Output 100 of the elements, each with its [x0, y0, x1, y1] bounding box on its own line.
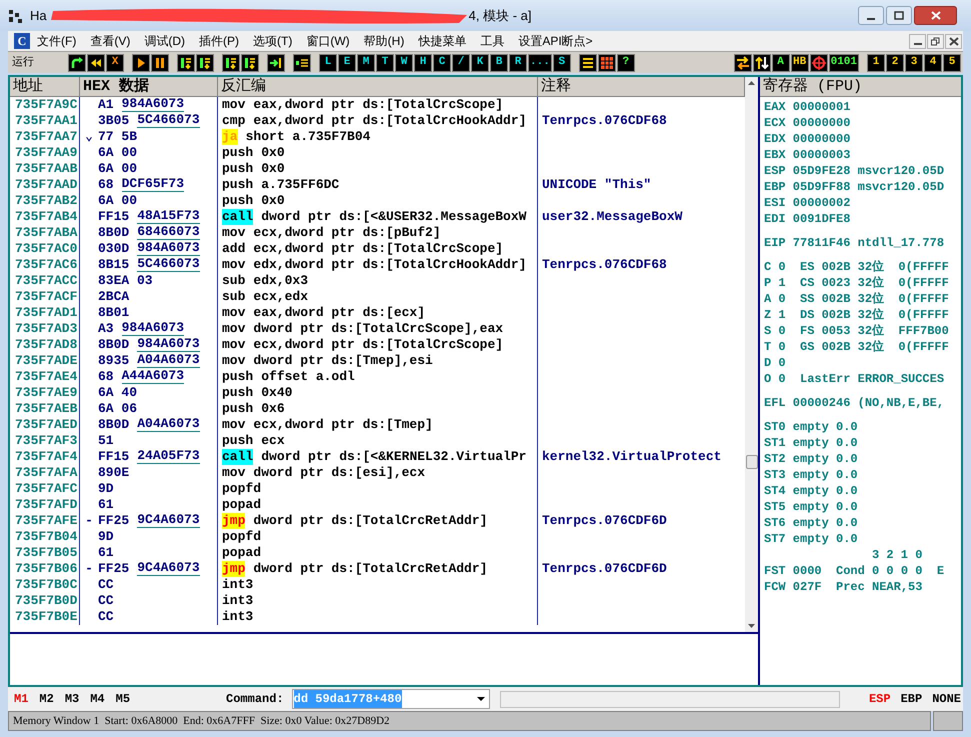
operands: dword ptr ds:[TotalCrcRetAddr]	[253, 513, 488, 529]
memory-tab[interactable]: M4	[90, 690, 105, 708]
minimize-button[interactable]	[858, 6, 884, 25]
toolbar-button[interactable]: ?	[616, 54, 635, 72]
toolbar-button[interactable]	[598, 54, 616, 72]
close-button[interactable]	[914, 6, 957, 25]
operands: short a.735F7B04	[246, 129, 370, 145]
register-line: ST0 empty 0.0	[764, 419, 859, 435]
hex-reference: A04A6073	[137, 417, 200, 432]
hex-bytes: 6A 06	[98, 401, 138, 417]
toolbar-button[interactable]: B	[490, 54, 508, 72]
minimize-button[interactable]	[909, 34, 926, 48]
operands: 0x0	[261, 161, 285, 177]
menu-item[interactable]: 帮助(H)	[356, 32, 412, 50]
hex-bytes: 2BCA	[98, 289, 130, 305]
menu-item[interactable]: 选项(T)	[246, 32, 300, 50]
memory-tab[interactable]: M1	[14, 690, 28, 708]
address-text: 735F7AFC	[15, 481, 78, 496]
toolbar-button[interactable]: HB	[790, 54, 809, 72]
toolbar-button[interactable]	[132, 54, 150, 72]
memory-tab[interactable]: M3	[64, 690, 80, 708]
address-text: 735F7AF3	[15, 433, 78, 448]
menu-item[interactable]: 窗口(W)	[299, 32, 357, 50]
operands: 0x0	[261, 145, 285, 161]
toolbar-button[interactable]: K	[471, 54, 489, 72]
toolbar-button[interactable]: 5	[943, 54, 961, 72]
menu-item[interactable]: 快捷菜单	[411, 32, 474, 50]
toolbar-button[interactable]	[752, 54, 771, 72]
toolbar-button[interactable]: H	[414, 54, 432, 72]
toolbar-button[interactable]: E	[338, 54, 356, 72]
step-icon	[224, 56, 238, 70]
mnemonic: sub	[222, 273, 246, 289]
toolbar-button[interactable]	[87, 54, 105, 72]
toolbar-button[interactable]	[151, 54, 169, 72]
register-line: A 0 SS 002B 32位 0(FFFFF	[764, 291, 950, 307]
toolbar-button[interactable]	[734, 54, 752, 72]
address-text: 735F7AD3	[15, 321, 78, 336]
menu-item[interactable]: 插件(P)	[192, 32, 246, 50]
register-mode[interactable]: EBP	[900, 690, 922, 708]
toolbar-button[interactable]	[267, 54, 285, 72]
hex-bytes: FF15	[98, 209, 130, 225]
menu-item[interactable]: 设置API断点>	[511, 32, 600, 50]
toolbar-button[interactable]	[68, 54, 86, 72]
menu-item[interactable]: 工具	[473, 32, 512, 50]
menu-item[interactable]: 文件(F)	[30, 32, 84, 50]
toolbar-button[interactable]	[578, 54, 597, 72]
toolbar-button[interactable]	[293, 54, 311, 72]
toolbar-button[interactable]: ...	[528, 54, 552, 72]
toolbar-button[interactable]: L	[319, 54, 337, 72]
mnemonic: push	[222, 177, 254, 193]
address-text: 735F7ABA	[15, 225, 78, 240]
hex-reference: 984A6073	[137, 337, 200, 352]
status-panel	[933, 711, 963, 731]
restore-button[interactable]	[927, 34, 944, 48]
column-header[interactable]: 地址	[10, 77, 80, 96]
toolbar-button[interactable]: C	[433, 54, 451, 72]
address-text: 735F7AD8	[15, 337, 78, 352]
toolbar-button[interactable]: 4	[924, 54, 942, 72]
operands: eax,dword ptr ds:[TotalCrcScope]	[253, 97, 504, 113]
toolbar-button[interactable]	[222, 54, 240, 72]
register-mode[interactable]: ESP	[868, 690, 891, 708]
hex-bytes: 61	[98, 497, 114, 513]
toolbar-button[interactable]: 1	[867, 54, 885, 72]
toolbar-button[interactable]: 3	[905, 54, 923, 72]
toolbar-button[interactable]	[810, 54, 828, 72]
memory-tab[interactable]: M2	[39, 690, 54, 708]
menu-item[interactable]: 调试(D)	[137, 32, 192, 50]
close-button[interactable]	[945, 34, 962, 48]
memory-tab[interactable]: M5	[116, 690, 130, 708]
toolbar-button[interactable]	[241, 54, 259, 72]
mnemonic: push	[222, 161, 254, 177]
toolbar-button[interactable]: R	[509, 54, 527, 72]
register-mode[interactable]: NONE	[932, 690, 961, 708]
toolbar-button[interactable]	[177, 54, 195, 72]
column-header[interactable]: HEX 数据	[80, 77, 218, 96]
toolbar-button[interactable]: A	[772, 54, 790, 72]
toolbar-button[interactable]: S	[552, 54, 571, 72]
toolbar-button[interactable]	[196, 54, 214, 72]
scroll-thumb[interactable]	[746, 455, 758, 469]
hex-reference: A44A6073	[122, 369, 184, 384]
toolbar-button[interactable]: 2	[886, 54, 904, 72]
operands: ecx	[261, 433, 285, 449]
toolbar-button[interactable]: W	[395, 54, 413, 72]
mnemonic: popfd	[222, 529, 262, 545]
menu-item[interactable]: 查看(V)	[83, 32, 138, 50]
toolbar-button[interactable]: T	[376, 54, 394, 72]
command-label: Command:	[226, 691, 284, 708]
mnemonic: popad	[222, 545, 262, 561]
column-header[interactable]: 反汇编	[218, 77, 538, 96]
mnemonic: int3	[222, 577, 254, 593]
register-line: D 0	[764, 355, 787, 371]
toolbar-button[interactable]: 0101	[828, 54, 859, 72]
toolbar-button[interactable]: X	[106, 54, 124, 72]
register-line: EIP 77811F46 ntdll_17.778	[764, 235, 946, 251]
register-line: FCW 027F Prec NEAR,53	[764, 579, 924, 595]
scrollbar[interactable]	[745, 77, 758, 632]
register-line: ST5 empty 0.0	[764, 499, 859, 515]
maximize-button[interactable]	[886, 6, 912, 25]
toolbar-button[interactable]: M	[357, 54, 375, 72]
toolbar-button[interactable]: /	[452, 54, 470, 72]
